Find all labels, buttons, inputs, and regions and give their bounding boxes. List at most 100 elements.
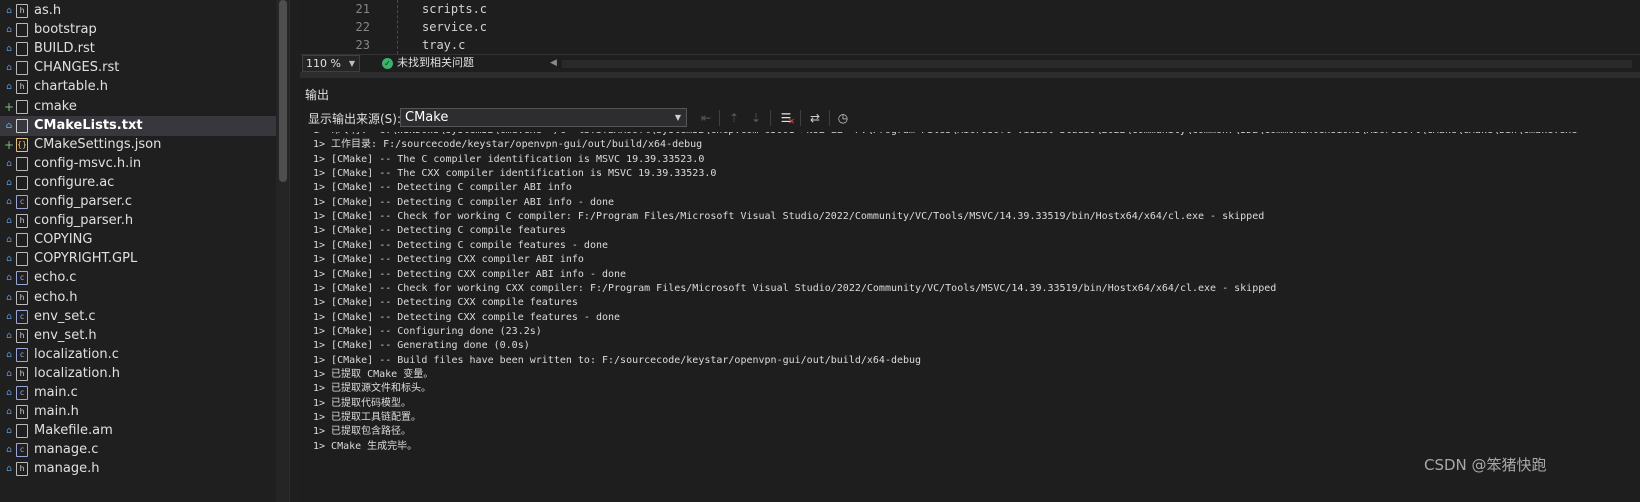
file-doc-icon [16, 99, 28, 114]
file-item[interactable]: ⌂ h manage.h [0, 459, 276, 479]
main-area: 21 scripts.c 22 service.c 23 tray.c 110 … [300, 0, 1640, 502]
previous-message-icon[interactable]: ⇡ [725, 109, 743, 127]
pending-add-icon: + [4, 137, 15, 152]
output-line: 1> [CMake] -- Build files have been writ… [313, 354, 922, 366]
file-item[interactable]: ⌂ CHANGES.rst [0, 58, 276, 78]
checked-in-lock-icon: ⌂ [6, 445, 12, 456]
watermark: CSDN @笨猪快跑 [1424, 456, 1547, 474]
zoom-dropdown[interactable]: 110 % ▼ [302, 55, 360, 72]
file-doc-icon [16, 61, 28, 76]
file-name: BUILD.rst [34, 41, 95, 57]
file-item[interactable]: ⌂ c main.c [0, 383, 276, 403]
checked-in-lock-icon: ⌂ [6, 349, 12, 360]
file-item[interactable]: ⌂ BUILD.rst [0, 39, 276, 59]
file-c-icon: c [16, 347, 28, 362]
timestamp-clock-icon[interactable]: ◷ [834, 109, 852, 127]
code-text[interactable]: service.c [422, 18, 487, 36]
output-text-area[interactable]: 1> 命令行: "C:\WINDOWS\system32\cmd.exe" /c… [313, 132, 1640, 502]
file-item[interactable]: ⌂ h localization.h [0, 364, 276, 384]
file-item[interactable]: ⌂ h echo.h [0, 288, 276, 308]
file-item[interactable]: ⌂ config-msvc.h.in [0, 154, 276, 174]
go-to-line-icon[interactable]: ⇤ [697, 109, 715, 127]
code-text[interactable]: scripts.c [422, 0, 487, 18]
file-name: config-msvc.h.in [34, 155, 142, 171]
output-line: 1> [CMake] -- Detecting CXX compiler ABI… [313, 254, 584, 266]
file-item[interactable]: ⌂ CMakeLists.txt [0, 115, 276, 136]
file-item[interactable]: ⌂ COPYING [0, 230, 276, 250]
file-name: CHANGES.rst [34, 60, 120, 76]
file-name: echo.c [34, 270, 77, 286]
next-message-icon[interactable]: ⇣ [747, 109, 765, 127]
file-doc-icon [16, 424, 28, 439]
file-doc-icon [16, 175, 28, 190]
file-name: localization.h [34, 365, 120, 381]
file-item[interactable]: ⌂ Makefile.am [0, 421, 276, 441]
output-line: 1> [CMake] -- Configuring done (23.2s) [313, 325, 542, 337]
file-item[interactable]: ⌂ c config_parser.c [0, 192, 276, 212]
output-source-dropdown[interactable]: CMake ▼ [400, 108, 687, 127]
file-item[interactable]: ⌂ c echo.c [0, 268, 276, 288]
output-line: 1> [CMake] -- Detecting C compiler ABI i… [313, 182, 572, 194]
editor-horizontal-scrollbar[interactable] [562, 60, 1632, 68]
file-item[interactable]: ⌂ c env_set.c [0, 307, 276, 327]
file-name: cmake [34, 98, 77, 114]
file-item[interactable]: ⌂ h env_set.h [0, 326, 276, 346]
file-h-icon: h [16, 290, 28, 305]
file-c-icon: c [16, 271, 28, 286]
file-item[interactable]: + cmake [0, 97, 276, 117]
checked-in-lock-icon: ⌂ [6, 82, 12, 93]
file-item[interactable]: ⌂ h config_parser.h [0, 211, 276, 231]
file-doc-icon [16, 42, 28, 57]
file-h-icon: h [16, 4, 28, 18]
file-name: manage.h [34, 461, 100, 477]
scroll-left-icon[interactable]: ◀ [550, 55, 557, 71]
file-item[interactable]: ⌂ c manage.c [0, 440, 276, 460]
explorer-scrollbar[interactable] [276, 0, 289, 502]
file-item[interactable]: ⌂ h as.h [0, 1, 276, 21]
file-name: CMakeSettings.json [34, 136, 162, 152]
file-item[interactable]: +{} CMakeSettings.json [0, 135, 276, 155]
file-item[interactable]: ⌂ h chartable.h [0, 77, 276, 97]
output-line: 1> [CMake] -- Detecting CXX compile feat… [313, 311, 621, 323]
checked-in-lock-icon: ⌂ [6, 368, 12, 379]
file-item[interactable]: ⌂ h main.h [0, 402, 276, 422]
checked-in-lock-icon: ⌂ [6, 254, 12, 265]
checked-in-lock-icon: ⌂ [6, 25, 12, 36]
issues-text: 未找到相关问题 [397, 56, 474, 69]
output-line: 1> [CMake] -- Detecting C compiler ABI i… [313, 196, 615, 208]
file-name: main.h [34, 404, 79, 420]
output-line: 1> 已提取源文件和标头。 [313, 383, 432, 395]
checked-in-lock-icon: ⌂ [6, 177, 12, 188]
output-line: 1> [CMake] -- Detecting CXX compiler ABI… [313, 268, 627, 280]
file-item[interactable]: ⌂ configure.ac [0, 173, 276, 193]
zoom-value: 110 % [306, 57, 341, 70]
file-txt-icon [16, 118, 28, 133]
file-c-icon: c [16, 386, 28, 400]
indent-guide [397, 0, 398, 54]
checked-in-lock-icon: ⌂ [6, 407, 12, 418]
output-line: 1> CMake 生成完毕。 [313, 440, 418, 452]
explorer-scroll-thumb[interactable] [279, 0, 287, 182]
file-doc-icon [16, 252, 28, 267]
file-name: env_set.c [34, 308, 96, 324]
file-item[interactable]: ⌂ COPYRIGHT.GPL [0, 249, 276, 269]
file-h-icon: h [16, 462, 28, 477]
file-json-icon: {} [16, 137, 28, 152]
file-name: chartable.h [34, 79, 108, 95]
solution-explorer: ⌂ h as.h ⌂ bootstrap ⌂ BUILD.rst ⌂ CHANGES.rst ⌂ h… [0, 0, 290, 502]
file-item[interactable]: ⌂ c localization.c [0, 345, 276, 365]
file-item[interactable]: ⌂ bootstrap [0, 20, 276, 40]
checked-in-lock-icon: ⌂ [6, 158, 12, 169]
code-editor[interactable]: 21 scripts.c 22 service.c 23 tray.c [300, 0, 1640, 54]
word-wrap-icon[interactable]: ⇄ [806, 109, 824, 127]
file-name: COPYING [34, 232, 93, 248]
code-text[interactable]: tray.c [422, 36, 465, 54]
checked-in-lock-icon: ⌂ [6, 292, 12, 303]
file-name: config_parser.h [34, 213, 134, 229]
file-h-icon: h [16, 80, 28, 95]
checked-in-lock-icon: ⌂ [6, 426, 12, 437]
output-panel: 输出 显示输出来源(S): CMake ▼ ⇤ ⇡ ⇣ ☰✕ ⇄ ◷ 1> 命令… [300, 72, 1640, 502]
clear-all-icon[interactable]: ☰ ✕ [777, 109, 795, 127]
file-h-icon: h [16, 366, 28, 381]
line-number: 23 [355, 38, 370, 52]
